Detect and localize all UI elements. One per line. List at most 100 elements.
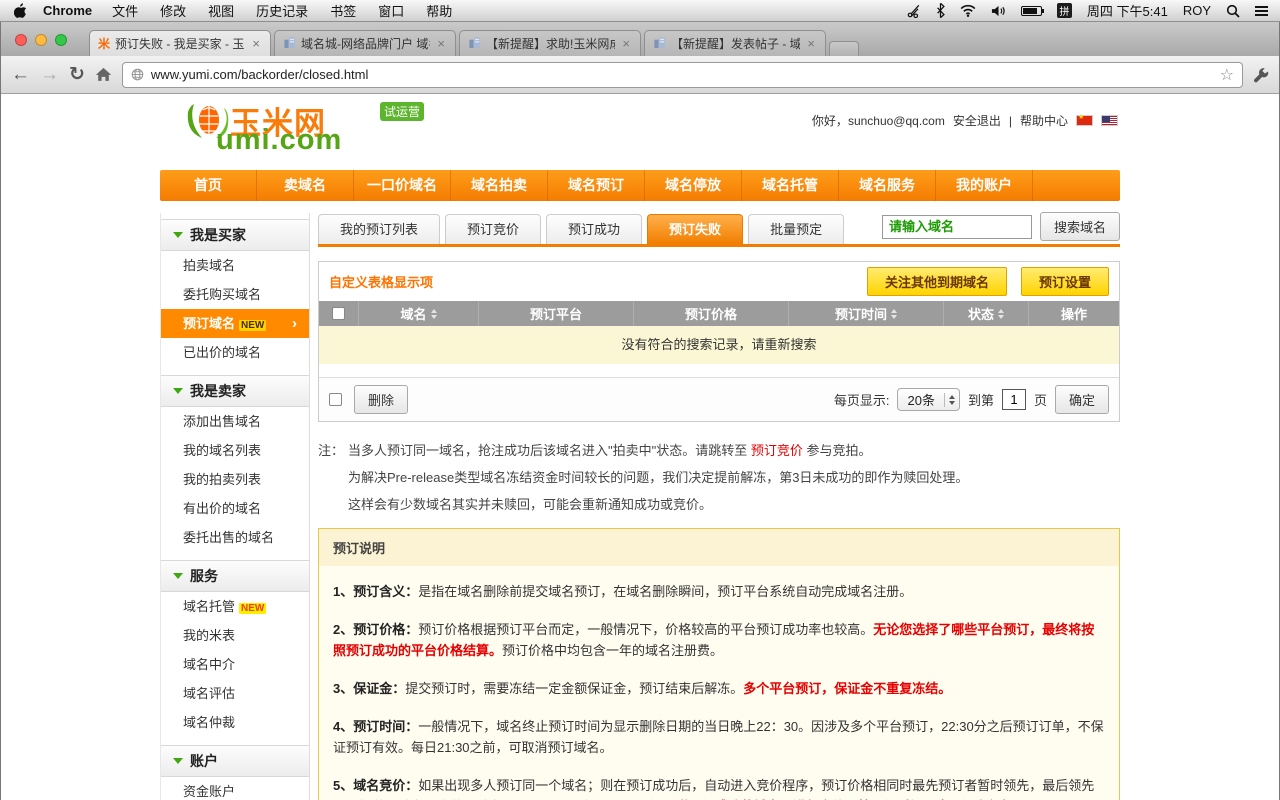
nav-item-域名服务[interactable]: 域名服务 — [839, 170, 936, 201]
menubar-menu-修改[interactable]: 修改 — [160, 1, 186, 20]
sidebar-item-我的米表[interactable]: 我的米表 — [161, 621, 309, 650]
column-header-预订时间[interactable]: 预订时间 — [789, 301, 944, 326]
battery-icon[interactable] — [1021, 6, 1042, 16]
browser-tab[interactable]: 【新提醒】求助!玉米网成功抢注× — [459, 30, 641, 56]
nav-item-卖域名[interactable]: 卖域名 — [257, 170, 354, 201]
reload-button[interactable]: ↻ — [69, 65, 85, 84]
section-caret-icon — [173, 758, 183, 764]
sidebar-item-拍卖域名[interactable]: 拍卖域名 — [161, 251, 309, 280]
tab-预订成功[interactable]: 预订成功 — [546, 214, 642, 244]
domain-search-button[interactable]: 搜索域名 — [1040, 212, 1120, 241]
confirm-page-button[interactable]: 确定 — [1055, 385, 1109, 414]
address-bar[interactable]: www.yumi.com/backorder/closed.html ☆ — [122, 62, 1243, 88]
tab-批量预定[interactable]: 批量预定 — [748, 214, 844, 244]
menubar-clock[interactable]: 周四 下午5:41 — [1087, 1, 1168, 20]
header-checkbox[interactable] — [332, 307, 345, 320]
backorder-settings-button[interactable]: 预订设置 — [1021, 267, 1109, 296]
tab-预订竞价[interactable]: 预订竞价 — [445, 214, 541, 244]
sidebar-item-我的域名列表[interactable]: 我的域名列表 — [161, 436, 309, 465]
per-page-select[interactable]: 20条 — [897, 388, 959, 411]
nav-item-首页[interactable]: 首页 — [160, 170, 257, 201]
bookmark-star-icon[interactable]: ☆ — [1220, 65, 1234, 85]
new-badge: NEW — [239, 603, 266, 614]
backorder-auction-link[interactable]: 预订竞价 — [751, 443, 803, 458]
nav-item-我的账户[interactable]: 我的账户 — [936, 170, 1033, 201]
column-header-域名[interactable]: 域名 — [359, 301, 479, 326]
sidebar-item-资金账户[interactable]: 资金账户 — [161, 777, 309, 800]
sidebar-section-title[interactable]: 我是买家 — [161, 219, 309, 251]
select-all-checkbox[interactable] — [329, 393, 342, 406]
minimize-window-button[interactable] — [35, 34, 47, 46]
sidebar-item-label: 资金账户 — [183, 784, 235, 799]
note-line: 这样会有少数域名其实并未赎回，可能会重新通知成功或竞价。 — [318, 491, 1120, 518]
menubar-username[interactable]: ROY — [1183, 3, 1211, 18]
watch-expiring-domains-button[interactable]: 关注其他到期域名 — [867, 267, 1007, 296]
sidebar-section-title[interactable]: 服务 — [161, 560, 309, 592]
column-header-状态[interactable]: 状态 — [944, 301, 1029, 326]
menubar-menu-文件[interactable]: 文件 — [112, 1, 138, 20]
active-app-name[interactable]: Chrome — [43, 3, 92, 18]
nav-item-域名拍卖[interactable]: 域名拍卖 — [451, 170, 548, 201]
back-button[interactable]: ← — [11, 65, 30, 84]
instructions-title: 预订说明 — [319, 529, 1119, 566]
tab-预订失败[interactable]: 预订失败 — [647, 214, 743, 244]
nav-item-域名托管[interactable]: 域名托管 — [742, 170, 839, 201]
help-center-link[interactable]: 帮助中心 — [1020, 112, 1068, 129]
us-flag-icon[interactable] — [1101, 115, 1118, 126]
sidebar-item-已出价的域名[interactable]: 已出价的域名 — [161, 338, 309, 367]
url-text[interactable]: www.yumi.com/backorder/closed.html — [151, 67, 1213, 82]
zoom-window-button[interactable] — [55, 34, 67, 46]
delete-button[interactable]: 删除 — [354, 385, 408, 414]
tab-close-icon[interactable]: × — [250, 36, 262, 51]
new-tab-button[interactable] — [829, 41, 859, 56]
sidebar-item-域名仲裁[interactable]: 域名仲裁 — [161, 708, 309, 737]
menubar-menu-历史记录[interactable]: 历史记录 — [256, 1, 308, 20]
sidebar-section-title[interactable]: 账户 — [161, 745, 309, 777]
tab-close-icon[interactable]: × — [435, 36, 447, 51]
yumi-logo[interactable]: 玉米网 umi.com 试运营 — [184, 102, 444, 162]
page-globe-icon[interactable] — [131, 68, 144, 81]
wrench-menu-icon[interactable] — [1253, 67, 1269, 83]
sidebar-item-预订域名[interactable]: 预订域名NEW› — [161, 309, 309, 338]
table-header-checkbox-cell — [319, 301, 359, 326]
browser-tab[interactable]: 域名城-网络品牌门户 域名经纪× — [274, 30, 456, 56]
menubar-menu-帮助[interactable]: 帮助 — [426, 1, 452, 20]
input-method-icon[interactable]: 拼 — [1057, 3, 1072, 18]
nav-item-一口价域名[interactable]: 一口价域名 — [354, 170, 451, 201]
page-number-input[interactable] — [1002, 389, 1026, 410]
sidebar-item-委托购买域名[interactable]: 委托购买域名 — [161, 280, 309, 309]
scissors-icon[interactable] — [907, 4, 921, 18]
logout-link[interactable]: 安全退出 — [953, 112, 1001, 129]
forward-button[interactable]: → — [40, 65, 59, 84]
apple-menu-icon[interactable] — [14, 3, 27, 18]
wifi-icon[interactable] — [960, 4, 976, 17]
nav-item-域名预订[interactable]: 域名预订 — [548, 170, 645, 201]
browser-tab[interactable]: 米预订失败 - 我是买家 - 玉米网× — [89, 30, 271, 56]
sidebar-item-域名中介[interactable]: 域名中介 — [161, 650, 309, 679]
china-flag-icon[interactable] — [1076, 115, 1093, 126]
sidebar-item-添加出售域名[interactable]: 添加出售域名 — [161, 407, 309, 436]
notification-center-icon[interactable] — [1255, 4, 1268, 18]
sidebar-item-我的拍卖列表[interactable]: 我的拍卖列表 — [161, 465, 309, 494]
browser-toolbar: ← → ↻ www.yumi.com/backorder/closed.html… — [1, 56, 1279, 94]
tab-close-icon[interactable]: × — [805, 36, 817, 51]
bluetooth-icon[interactable] — [936, 3, 945, 18]
home-button[interactable] — [95, 67, 112, 82]
menubar-menu-视图[interactable]: 视图 — [208, 1, 234, 20]
menubar-menu-书签[interactable]: 书签 — [330, 1, 356, 20]
sidebar-item-委托出售的域名[interactable]: 委托出售的域名 — [161, 523, 309, 552]
sidebar-item-有出价的域名[interactable]: 有出价的域名 — [161, 494, 309, 523]
volume-icon[interactable] — [991, 5, 1006, 17]
nav-item-域名停放[interactable]: 域名停放 — [645, 170, 742, 201]
customize-columns-link[interactable]: 自定义表格显示项 — [329, 272, 433, 291]
tab-我的预订列表[interactable]: 我的预订列表 — [318, 214, 440, 244]
browser-tab[interactable]: 【新提醒】发表帖子 - 域名经验× — [644, 30, 826, 56]
sidebar-section-title[interactable]: 我是卖家 — [161, 375, 309, 407]
sidebar-item-域名托管[interactable]: 域名托管NEW — [161, 592, 309, 621]
menubar-menu-窗口[interactable]: 窗口 — [378, 1, 404, 20]
domain-search-input[interactable] — [882, 215, 1032, 239]
sidebar-item-域名评估[interactable]: 域名评估 — [161, 679, 309, 708]
close-window-button[interactable] — [15, 34, 27, 46]
spotlight-icon[interactable] — [1226, 4, 1240, 18]
tab-close-icon[interactable]: × — [620, 36, 632, 51]
